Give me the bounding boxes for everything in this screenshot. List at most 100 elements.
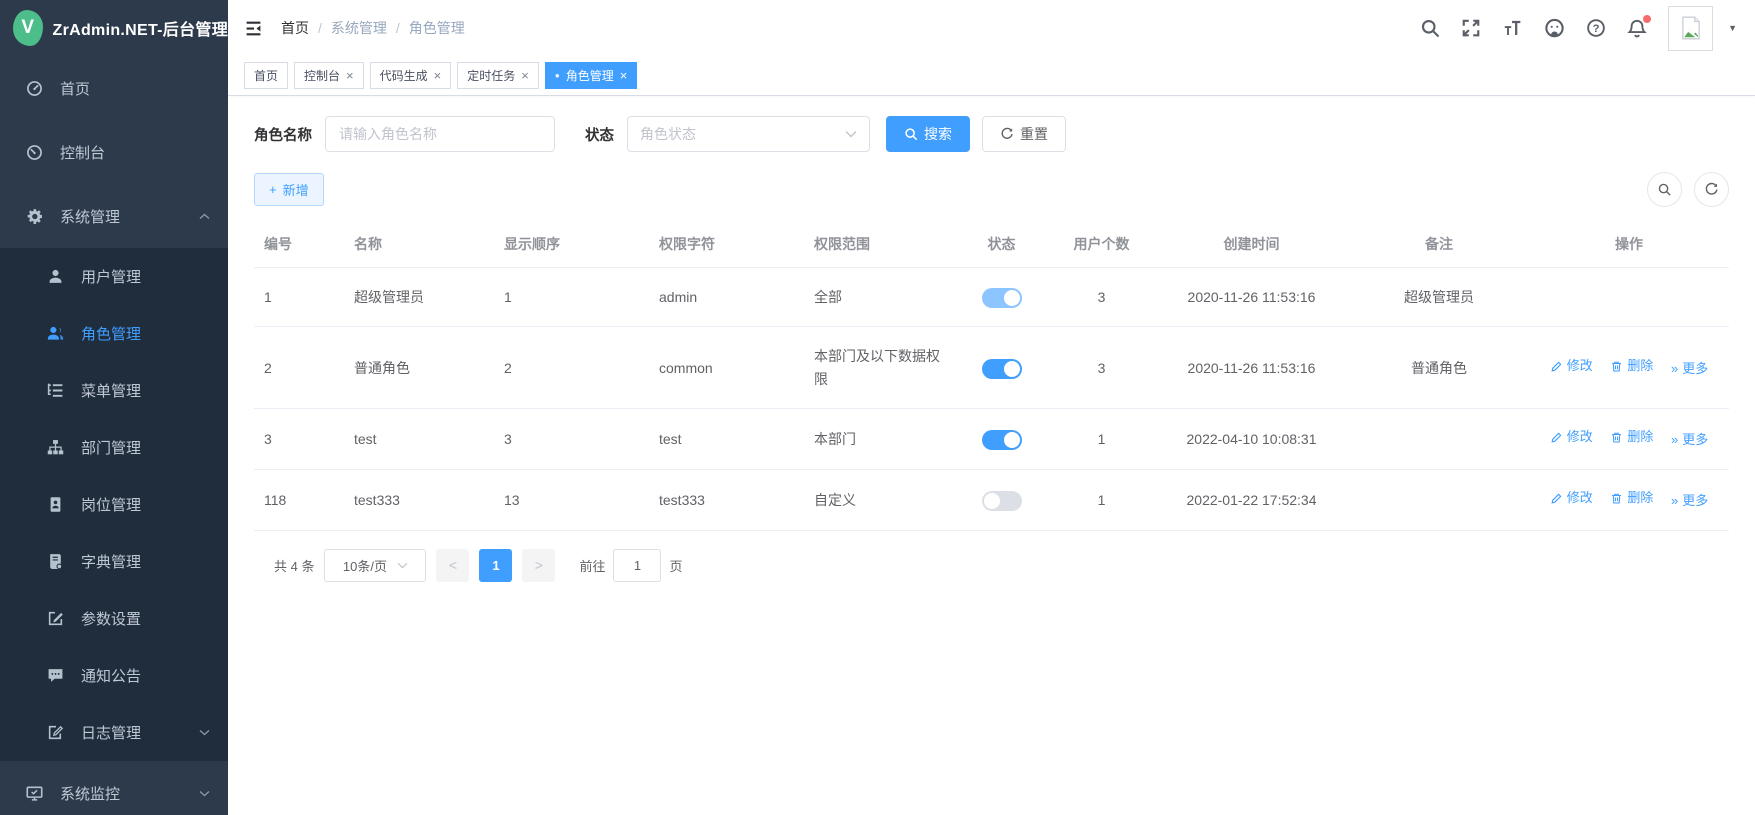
tab-scheduled-tasks[interactable]: 定时任务 ×	[457, 62, 539, 89]
cell-order: 3	[494, 409, 649, 470]
sidebar: V ZrAdmin.NET-后台管理 首页 控制台 系统管理 用户管理 角色管理…	[0, 0, 228, 815]
sidebar-item-system-mgmt[interactable]: 系统管理	[0, 184, 228, 248]
close-icon[interactable]: ×	[434, 69, 442, 82]
col-header-remark: 备注	[1349, 221, 1529, 268]
search-icon[interactable]	[1420, 18, 1440, 38]
sidebar-item-dict-mgmt[interactable]: 字典管理	[0, 533, 228, 590]
tab-console[interactable]: 控制台 ×	[294, 62, 364, 89]
more-link[interactable]: »更多	[1671, 491, 1708, 512]
sidebar-item-home[interactable]: 首页	[0, 56, 228, 120]
goto-page-input[interactable]	[613, 549, 661, 582]
sidebar-item-param-settings[interactable]: 参数设置	[0, 590, 228, 647]
close-icon[interactable]: ×	[346, 69, 354, 82]
reset-button[interactable]: 重置	[982, 116, 1066, 152]
cell-actions: 修改 删除 »更多	[1529, 469, 1729, 530]
col-header-status: 状态	[954, 221, 1049, 268]
notification-bell-icon[interactable]	[1627, 18, 1647, 39]
user-icon	[47, 268, 64, 285]
edit-link[interactable]: 修改	[1550, 427, 1593, 448]
dashboard-icon	[26, 80, 43, 97]
toggle-search-button[interactable]	[1647, 172, 1682, 207]
tab-code-gen[interactable]: 代码生成 ×	[370, 62, 452, 89]
more-icon: »	[1671, 430, 1678, 451]
github-icon[interactable]	[1544, 18, 1565, 39]
tab-label: 角色管理	[566, 67, 614, 84]
sidebar-item-notice[interactable]: 通知公告	[0, 647, 228, 704]
status-toggle[interactable]	[982, 491, 1022, 511]
sidebar-item-label: 系统监控	[60, 783, 120, 804]
refresh-table-button[interactable]	[1694, 172, 1729, 207]
app-logo[interactable]: V ZrAdmin.NET-后台管理	[0, 0, 228, 56]
delete-link[interactable]: 删除	[1610, 427, 1653, 448]
edit-link[interactable]: 修改	[1550, 356, 1593, 377]
cell-order: 1	[494, 268, 649, 327]
col-header-users: 用户个数	[1049, 221, 1154, 268]
search-icon	[904, 127, 918, 141]
cell-users: 1	[1049, 469, 1154, 530]
tab-home[interactable]: 首页	[244, 62, 288, 89]
cell-name: test	[344, 409, 494, 470]
col-header-order: 显示顺序	[494, 221, 649, 268]
logo-icon: V	[13, 10, 43, 46]
roles-table: 编号 名称 显示顺序 权限字符 权限范围 状态 用户个数 创建时间 备注 操作 …	[254, 221, 1729, 531]
sidebar-item-log-mgmt[interactable]: 日志管理	[0, 704, 228, 761]
sidebar-item-label: 用户管理	[81, 266, 141, 287]
close-icon[interactable]: ×	[521, 69, 529, 82]
table-row: 2 普通角色 2 common 本部门及以下数据权限 3 2020-11-26 …	[254, 327, 1729, 409]
add-button[interactable]: + 新增	[254, 173, 324, 206]
cell-name: 普通角色	[344, 327, 494, 409]
add-button-label: 新增	[283, 180, 309, 199]
sidebar-item-user-mgmt[interactable]: 用户管理	[0, 248, 228, 305]
avatar[interactable]	[1668, 6, 1713, 51]
tags-view-bar: 首页 控制台 × 代码生成 × 定时任务 × ● 角色管理 ×	[228, 56, 1755, 96]
tab-role-mgmt[interactable]: ● 角色管理 ×	[545, 62, 637, 89]
prev-page-button[interactable]: <	[436, 549, 469, 582]
sidebar-item-label: 首页	[60, 78, 90, 99]
cell-created: 2022-04-10 10:08:31	[1154, 409, 1349, 470]
delete-link[interactable]: 删除	[1610, 488, 1653, 509]
breadcrumb-item-home[interactable]: 首页	[281, 18, 309, 38]
sidebar-submenu-system: 用户管理 角色管理 菜单管理 部门管理 岗位管理 字典管理 参数设置 通知公告	[0, 248, 228, 761]
sidebar-item-menu-mgmt[interactable]: 菜单管理	[0, 362, 228, 419]
more-icon: »	[1671, 359, 1678, 380]
sidebar-item-console[interactable]: 控制台	[0, 120, 228, 184]
cell-scope: 全部	[804, 268, 954, 327]
font-size-icon[interactable]	[1502, 19, 1523, 38]
col-header-scope: 权限范围	[804, 221, 954, 268]
cell-users: 1	[1049, 409, 1154, 470]
status-toggle[interactable]	[982, 288, 1022, 308]
page-size-select[interactable]: 10条/页	[324, 549, 426, 582]
more-link[interactable]: »更多	[1671, 359, 1708, 380]
pagination: 共 4 条 10条/页 < 1 > 前往 页	[254, 549, 1729, 582]
next-page-button[interactable]: >	[522, 549, 555, 582]
col-header-name: 名称	[344, 221, 494, 268]
role-name-input[interactable]	[325, 116, 555, 152]
users-icon	[47, 325, 64, 342]
more-link[interactable]: »更多	[1671, 430, 1708, 451]
edit-link[interactable]: 修改	[1550, 488, 1593, 509]
status-toggle[interactable]	[982, 359, 1022, 379]
status-toggle[interactable]	[982, 430, 1022, 450]
sidebar-item-system-monitor[interactable]: 系统监控	[0, 761, 228, 815]
fullscreen-icon[interactable]	[1461, 18, 1481, 38]
status-label: 状态	[585, 124, 614, 145]
cell-actions	[1529, 268, 1729, 327]
caret-down-icon[interactable]: ▼	[1728, 23, 1737, 33]
delete-label: 删除	[1627, 427, 1653, 448]
sidebar-item-dept-mgmt[interactable]: 部门管理	[0, 419, 228, 476]
table-row: 1 超级管理员 1 admin 全部 3 2020-11-26 11:53:16…	[254, 268, 1729, 327]
main-area: 首页 / 系统管理 / 角色管理 ? ▼ 首页 控制台	[228, 0, 1755, 815]
sidebar-fold-icon[interactable]	[244, 20, 263, 37]
sidebar-item-role-mgmt[interactable]: 角色管理	[0, 305, 228, 362]
page-number-button[interactable]: 1	[479, 549, 512, 582]
sidebar-item-label: 字典管理	[81, 551, 141, 572]
sidebar-item-post-mgmt[interactable]: 岗位管理	[0, 476, 228, 533]
help-icon[interactable]: ?	[1586, 18, 1606, 38]
delete-link[interactable]: 删除	[1610, 356, 1653, 377]
close-icon[interactable]: ×	[620, 69, 628, 82]
tab-label: 代码生成	[380, 67, 428, 84]
edit-square-icon	[47, 610, 64, 627]
comment-icon	[47, 667, 64, 684]
search-button[interactable]: 搜索	[886, 116, 970, 152]
status-select[interactable]: 角色状态	[627, 116, 870, 152]
